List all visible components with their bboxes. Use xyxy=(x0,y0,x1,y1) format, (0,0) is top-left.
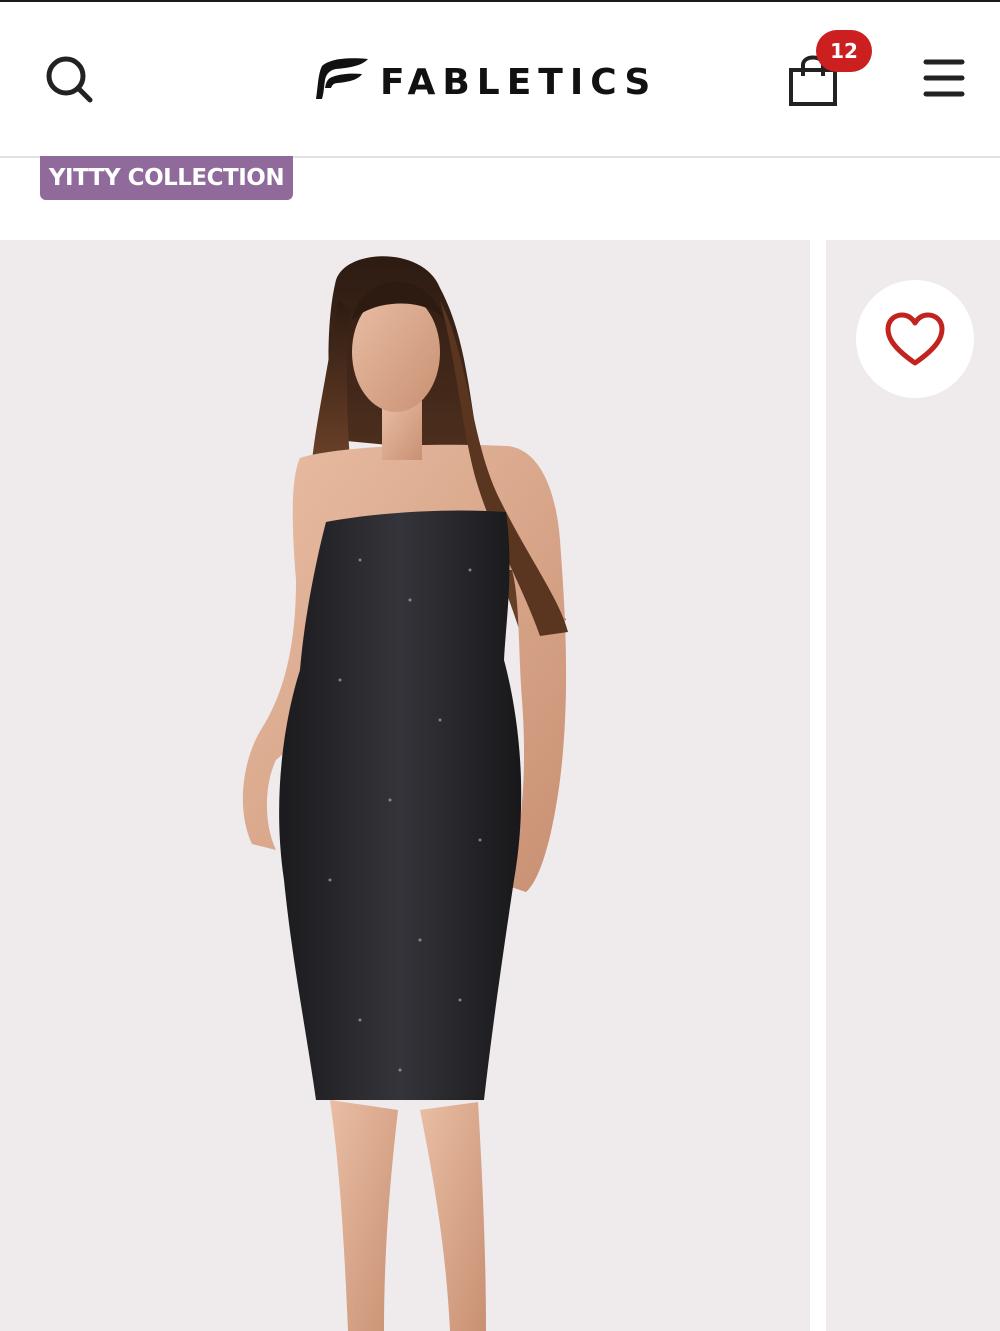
search-icon xyxy=(46,56,93,103)
product-photo xyxy=(242,256,568,1331)
site-header: FABLETICS 12 xyxy=(0,2,1000,158)
collection-badge[interactable]: YITTY COLLECTION xyxy=(40,156,293,200)
cart-count-badge: 12 xyxy=(816,30,872,72)
product-image-gallery[interactable] xyxy=(0,240,1000,1331)
search-button[interactable] xyxy=(40,50,100,110)
product-image-next[interactable] xyxy=(826,240,1000,1331)
heart-outline-icon xyxy=(885,312,945,366)
menu-button[interactable] xyxy=(920,54,968,102)
brand-logo[interactable]: FABLETICS xyxy=(316,54,656,110)
brand-name: FABLETICS xyxy=(380,62,658,103)
favorite-button[interactable] xyxy=(856,280,974,398)
fabletics-logo-mark xyxy=(316,58,368,99)
hamburger-menu-icon xyxy=(923,59,965,97)
product-image-main[interactable] xyxy=(0,240,810,1331)
